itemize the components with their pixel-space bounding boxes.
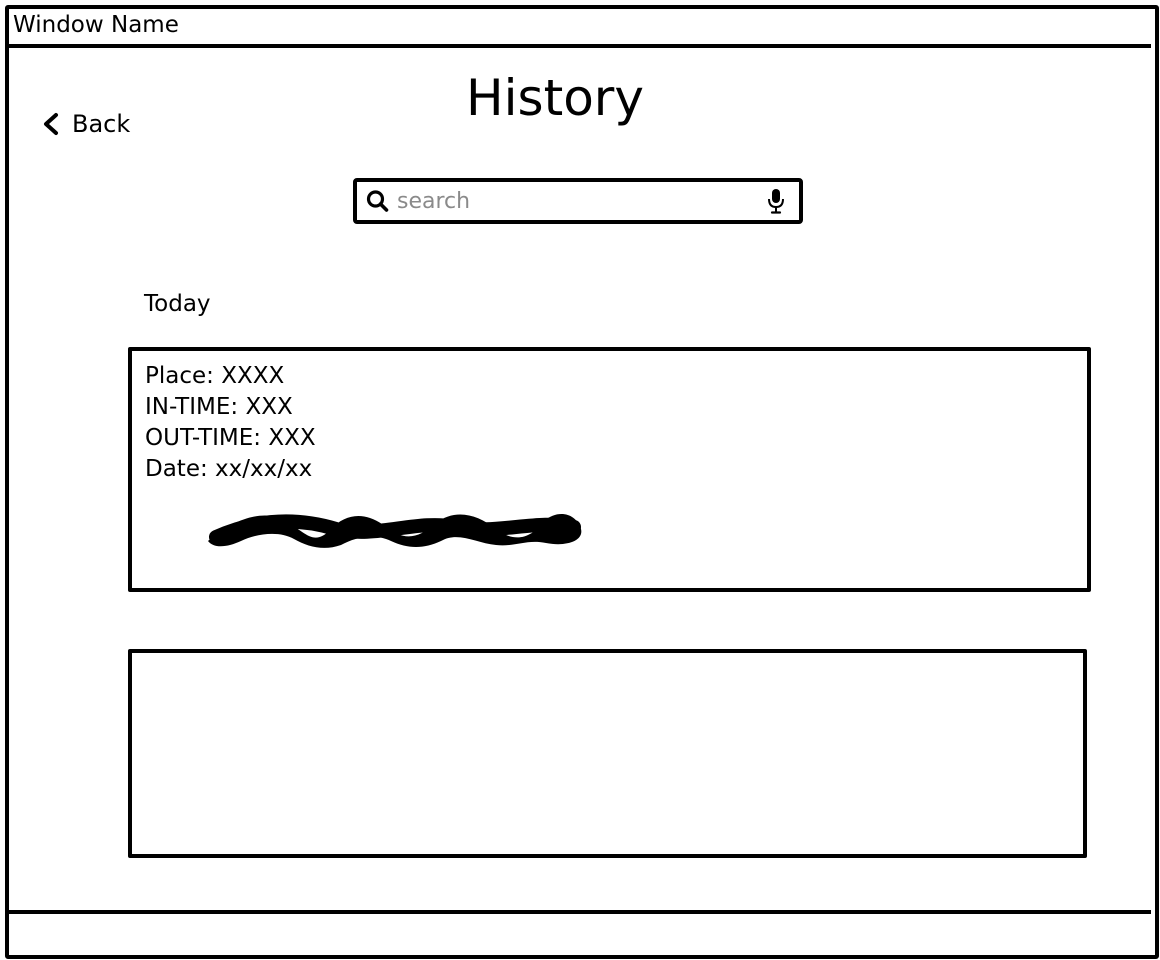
place-text: Place: XXXX — [145, 363, 285, 389]
status-bar — [5, 910, 1151, 955]
search-input[interactable] — [391, 184, 765, 218]
page-title: History — [466, 69, 644, 127]
window-title: Window Name — [13, 12, 179, 38]
search-bar — [353, 178, 803, 224]
in-time-text: IN-TIME: XXX — [145, 394, 293, 420]
scribble-placeholder — [208, 514, 582, 548]
out-time-text: OUT-TIME: XXX — [145, 425, 316, 451]
title-bar: Window Name — [5, 5, 1151, 48]
history-card-empty[interactable] — [128, 649, 1087, 858]
history-card-details: Place: XXXX IN-TIME: XXX OUT-TIME: XXX D… — [145, 361, 316, 485]
section-label-today: Today — [144, 291, 211, 317]
search-icon — [365, 188, 391, 214]
history-card[interactable]: Place: XXXX IN-TIME: XXX OUT-TIME: XXX D… — [128, 347, 1091, 592]
microphone-icon[interactable] — [765, 187, 787, 215]
date-text: Date: xx/xx/xx — [145, 456, 313, 482]
